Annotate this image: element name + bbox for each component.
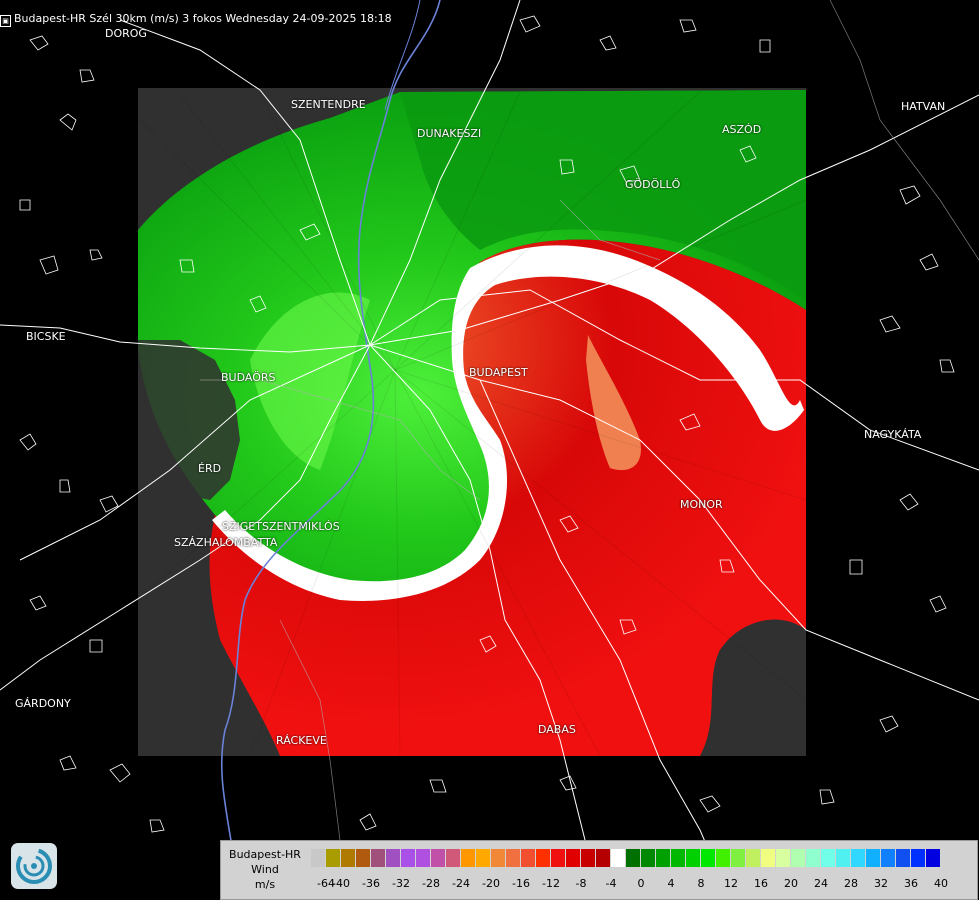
place-label-dorog: DOROG [105,27,147,40]
legend-tick-label: -28 [422,877,440,890]
legend-swatch [686,849,700,867]
legend-swatch [701,849,715,867]
legend-swatch [911,849,925,867]
legend-swatch [821,849,835,867]
legend-swatch [401,849,415,867]
legend-tick-label: 16 [754,877,768,890]
legend-swatch [746,849,760,867]
legend-tick-label: 0 [637,877,645,890]
legend-swatch [791,849,805,867]
legend-swatch [551,849,565,867]
legend-tick-label: -4 [605,877,617,890]
legend-swatch [581,849,595,867]
legend-swatch [656,849,670,867]
legend-swatch [476,849,490,867]
legend-swatch [341,849,355,867]
legend-swatch [386,849,400,867]
legend-swatch [596,849,610,867]
legend-swatch [521,849,535,867]
place-label-dunakeszi: DUNAKESZI [417,127,482,140]
legend-swatch [671,849,685,867]
legend-swatch [416,849,430,867]
legend-swatch [431,849,445,867]
place-label-szigetszentmiklós: SZIGETSZENTMIKLÓS [222,520,340,533]
legend-swatch [536,849,550,867]
place-label-ráckeve: RÁCKEVE [276,734,327,747]
legend-swatch [641,849,655,867]
place-label-gödöllő: GÖDÖLLŐ [625,178,681,191]
place-label-dabas: DABAS [538,723,576,736]
place-label-szentendre: SZENTENDRE [291,98,366,111]
place-label-budapest: BUDAPEST [469,366,528,379]
legend-tick-label: 28 [844,877,858,890]
legend-swatch [326,849,340,867]
legend-swatch [716,849,730,867]
legend-tick-label: -24 [452,877,470,890]
legend-swatch [866,849,880,867]
place-label-nagykáta: NAGYKÁTA [864,428,922,441]
legend-tick-label: -32 [392,877,410,890]
place-label-érd: ÉRD [198,462,222,475]
swirl-logo-icon [16,848,52,884]
legend-swatch [836,849,850,867]
legend-tick-label: 40 [934,877,948,890]
legend-swatch [851,849,865,867]
place-label-aszód: ASZÓD [722,123,762,136]
legend-ticks: -64 -40 -36 -32 -28 -24 -20 -16 -12 -8 -4 0 4 8 12 16 20… [311,877,971,891]
legend-text: Budapest-HR Wind m/s [223,847,307,892]
header-title-text: Budapest-HR Szél 30km (m/s) 3 fokos Wedn… [14,12,392,25]
legend-quantity: Wind [251,863,279,876]
place-label-budaörs: BUDAÖRS [221,371,276,384]
legend-swatch [446,849,460,867]
legend-tick-label: 8 [697,877,705,890]
window-icon: ▣ [0,15,11,27]
place-label-százhalombatta: SZÁZHALOMBATTA [174,536,278,549]
legend-tick-label: -16 [512,877,530,890]
legend-swatch [371,849,385,867]
legend-swatch [506,849,520,867]
legend-swatch [626,849,640,867]
place-label-gárdony: GÁRDONY [15,697,71,710]
legend-swatch [731,849,745,867]
header-title: ▣ Budapest-HR Szél 30km (m/s) 3 fokos Wed… [0,12,392,27]
color-legend: Budapest-HR Wind m/s -64 -40 -36 -32 -28 -24-… [220,840,978,900]
legend-tick-label: -36 [362,877,380,890]
legend-tick-label: 32 [874,877,888,890]
legend-swatch [461,849,475,867]
legend-tick-label: -8 [575,877,587,890]
legend-swatch [611,849,625,867]
legend-swatch [776,849,790,867]
place-label-monor: MONOR [680,498,723,511]
place-label-hatvan: HATVAN [901,100,946,113]
legend-swatches [311,849,941,867]
legend-swatch [566,849,580,867]
legend-tick-label: 12 [724,877,738,890]
legend-tick-label: 24 [814,877,828,890]
legend-unit: m/s [254,878,276,891]
legend-tick-label: 4 [667,877,675,890]
legend-tick-label: 36 [904,877,918,890]
legend-tick-label: -20 [482,877,500,890]
legend-swatch [806,849,820,867]
service-logo[interactable] [11,843,57,889]
place-label-bicske: BICSKE [26,330,66,343]
legend-swatch [356,849,370,867]
legend-swatch [896,849,910,867]
legend-station: Budapest-HR [229,848,301,861]
legend-swatch [761,849,775,867]
legend-tick-label: 20 [784,877,798,890]
radar-map [0,0,979,900]
legend-tick-label: -40 [332,877,350,890]
legend-tick-label: -12 [542,877,560,890]
legend-swatch [491,849,505,867]
legend-swatch [881,849,895,867]
legend-swatch [926,849,940,867]
legend-swatch [311,849,325,867]
